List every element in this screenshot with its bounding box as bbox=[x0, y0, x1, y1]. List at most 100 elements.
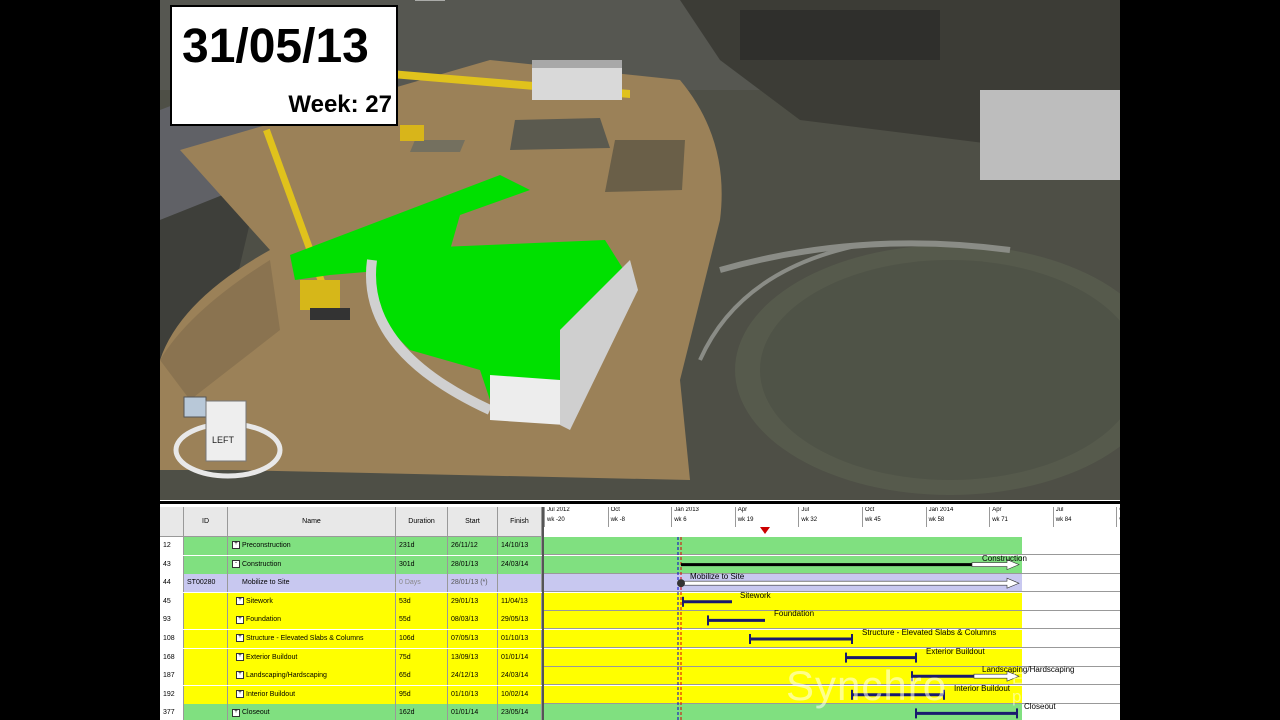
cell-finish: 01/10/13 bbox=[498, 630, 542, 648]
cell-finish: 24/03/14 bbox=[498, 667, 542, 686]
table-row[interactable]: 192 + Interior Buildout 95d 01/10/13 10/02/14 bbox=[160, 685, 542, 704]
col-header-start[interactable]: Start bbox=[448, 507, 498, 537]
cell-name: + Landscaping/Hardscaping bbox=[228, 667, 396, 686]
gantt-bar-label: Mobilize to Site bbox=[690, 572, 745, 582]
cell-name: + Closeout bbox=[228, 704, 396, 720]
cell-id bbox=[184, 648, 228, 667]
cell-finish: 23/05/14 bbox=[498, 704, 542, 720]
table-row[interactable]: 93 + Foundation 55d 08/03/13 29/05/13 bbox=[160, 611, 542, 630]
col-header-duration[interactable]: Duration bbox=[396, 507, 448, 537]
cell-num: 108 bbox=[160, 630, 184, 648]
gantt-bar-label: Construction bbox=[982, 553, 1027, 563]
gantt-bar-label: Sitework bbox=[740, 590, 771, 600]
cell-id bbox=[184, 685, 228, 704]
table-row[interactable]: 12 + Preconstruction 231d 26/11/12 14/10/13 bbox=[160, 537, 542, 555]
tagline-watermark: Educational programme bbox=[1012, 670, 1101, 706]
expand-toggle-icon[interactable]: + bbox=[236, 671, 244, 680]
task-table: ID Name Duration Start Finish 12 + Precons… bbox=[160, 507, 544, 720]
cell-id bbox=[184, 555, 228, 574]
cell-duration: 106d bbox=[396, 630, 448, 648]
cell-num: 12 bbox=[160, 537, 184, 555]
3d-scene-viewport[interactable]: 31/05/13 Week: 27 LEFT bbox=[160, 0, 1120, 500]
date-overlay: 31/05/13 Week: 27 bbox=[170, 5, 398, 126]
cell-name: - Construction bbox=[228, 555, 396, 574]
col-header-id[interactable]: ID bbox=[184, 507, 228, 537]
cell-duration: 162d bbox=[396, 704, 448, 720]
expand-toggle-icon[interactable]: + bbox=[232, 541, 240, 550]
table-row[interactable]: 45 + Sitework 53d 29/01/13 11/04/13 bbox=[160, 592, 542, 611]
cell-id bbox=[184, 704, 228, 720]
table-row[interactable]: 43- Construction 301d 28/01/13 24/03/14 bbox=[160, 555, 542, 574]
cell-num: 93 bbox=[160, 611, 184, 630]
gantt-bar-label: Foundation bbox=[774, 609, 815, 619]
cell-duration: 53d bbox=[396, 592, 448, 611]
table-row[interactable]: 377 + Closeout 162d 01/01/14 23/05/14 bbox=[160, 704, 542, 720]
cell-finish: 11/04/13 bbox=[498, 592, 542, 611]
expand-toggle-icon[interactable]: + bbox=[236, 689, 244, 698]
gantt-bar-label: Interior Buildout bbox=[954, 683, 1011, 693]
cell-duration: 0 Days bbox=[396, 574, 448, 593]
gantt-bar-label: Structure - Elevated Slabs & Columns bbox=[862, 628, 997, 637]
cell-id bbox=[184, 537, 228, 555]
task-name: Foundation bbox=[246, 616, 282, 624]
cell-name: + Foundation bbox=[228, 611, 396, 630]
task-name: Preconstruction bbox=[242, 542, 291, 549]
cell-finish: 01/01/14 bbox=[498, 648, 542, 667]
cell-id: ST00280 bbox=[184, 574, 228, 593]
cell-start: 28/01/13 bbox=[448, 555, 498, 574]
task-name: Sitework bbox=[246, 597, 273, 605]
tagline-line-1: Educational bbox=[1012, 669, 1101, 688]
cell-id bbox=[184, 667, 228, 686]
cell-start: 26/11/12 bbox=[448, 537, 498, 555]
cell-finish: 24/03/14 bbox=[498, 555, 542, 574]
expand-toggle-icon[interactable]: + bbox=[232, 708, 240, 717]
cell-finish: 29/05/13 bbox=[498, 611, 542, 630]
cell-start: 28/01/13 (*) bbox=[448, 574, 498, 593]
cell-name: + Exterior Buildout bbox=[228, 648, 396, 667]
cell-duration: 301d bbox=[396, 555, 448, 574]
cell-start: 24/12/13 bbox=[448, 667, 498, 686]
table-row[interactable]: 108 + Structure - Elevated Slabs & Columns… bbox=[160, 630, 542, 648]
expand-toggle-icon[interactable]: + bbox=[236, 596, 244, 605]
col-header-finish[interactable]: Finish bbox=[498, 507, 542, 537]
col-header-name[interactable]: Name bbox=[228, 507, 396, 537]
cell-finish bbox=[498, 574, 542, 593]
task-name: Exterior Buildout bbox=[246, 653, 298, 661]
cell-name: + Preconstruction bbox=[228, 537, 396, 555]
task-name: Mobilize to Site bbox=[242, 579, 290, 587]
synchro-4d-viewer: 31/05/13 Week: 27 LEFT ID Name Duration … bbox=[160, 0, 1120, 720]
view-cube-face-label[interactable]: LEFT bbox=[212, 435, 234, 445]
current-week-marker-icon[interactable] bbox=[760, 527, 770, 534]
task-name: Interior Buildout bbox=[246, 690, 296, 698]
cell-name: Mobilize to Site bbox=[228, 574, 396, 593]
current-date: 31/05/13 bbox=[182, 20, 369, 73]
col-header-num[interactable] bbox=[160, 507, 184, 537]
milestone-icon[interactable] bbox=[677, 579, 685, 588]
cell-num: 187 bbox=[160, 667, 184, 686]
cell-duration: 95d bbox=[396, 685, 448, 704]
brand-watermark: Synchro bbox=[786, 662, 948, 709]
table-row[interactable]: 44 ST00280 Mobilize to Site 0 Days 28/01/13 … bbox=[160, 574, 542, 593]
cell-num: 377 bbox=[160, 704, 184, 720]
gantt-bar-label: Exterior Buildout bbox=[926, 646, 985, 656]
expand-toggle-icon[interactable]: - bbox=[232, 559, 240, 568]
expand-toggle-icon[interactable]: + bbox=[236, 652, 244, 661]
cell-start: 01/10/13 bbox=[448, 685, 498, 704]
cell-id bbox=[184, 630, 228, 648]
cell-name: + Structure - Elevated Slabs & Columns bbox=[228, 630, 396, 648]
cell-duration: 55d bbox=[396, 611, 448, 630]
cell-start: 08/03/13 bbox=[448, 611, 498, 630]
cell-finish: 10/02/14 bbox=[498, 685, 542, 704]
table-row[interactable]: 168 + Exterior Buildout 75d 13/09/13 01/01/14 bbox=[160, 648, 542, 667]
cell-num: 192 bbox=[160, 685, 184, 704]
cell-start: 29/01/13 bbox=[448, 592, 498, 611]
view-cube[interactable]: LEFT bbox=[172, 395, 284, 485]
expand-toggle-icon[interactable]: + bbox=[236, 634, 244, 643]
table-row[interactable]: 187 + Landscaping/Hardscaping 65d 24/12/13 24… bbox=[160, 667, 542, 686]
task-name: Construction bbox=[242, 560, 282, 568]
task-name: Closeout bbox=[242, 709, 270, 717]
expand-toggle-icon[interactable]: + bbox=[236, 615, 244, 624]
cell-num: 168 bbox=[160, 648, 184, 667]
cell-id bbox=[184, 592, 228, 611]
task-name: Landscaping/Hardscaping bbox=[246, 672, 327, 680]
